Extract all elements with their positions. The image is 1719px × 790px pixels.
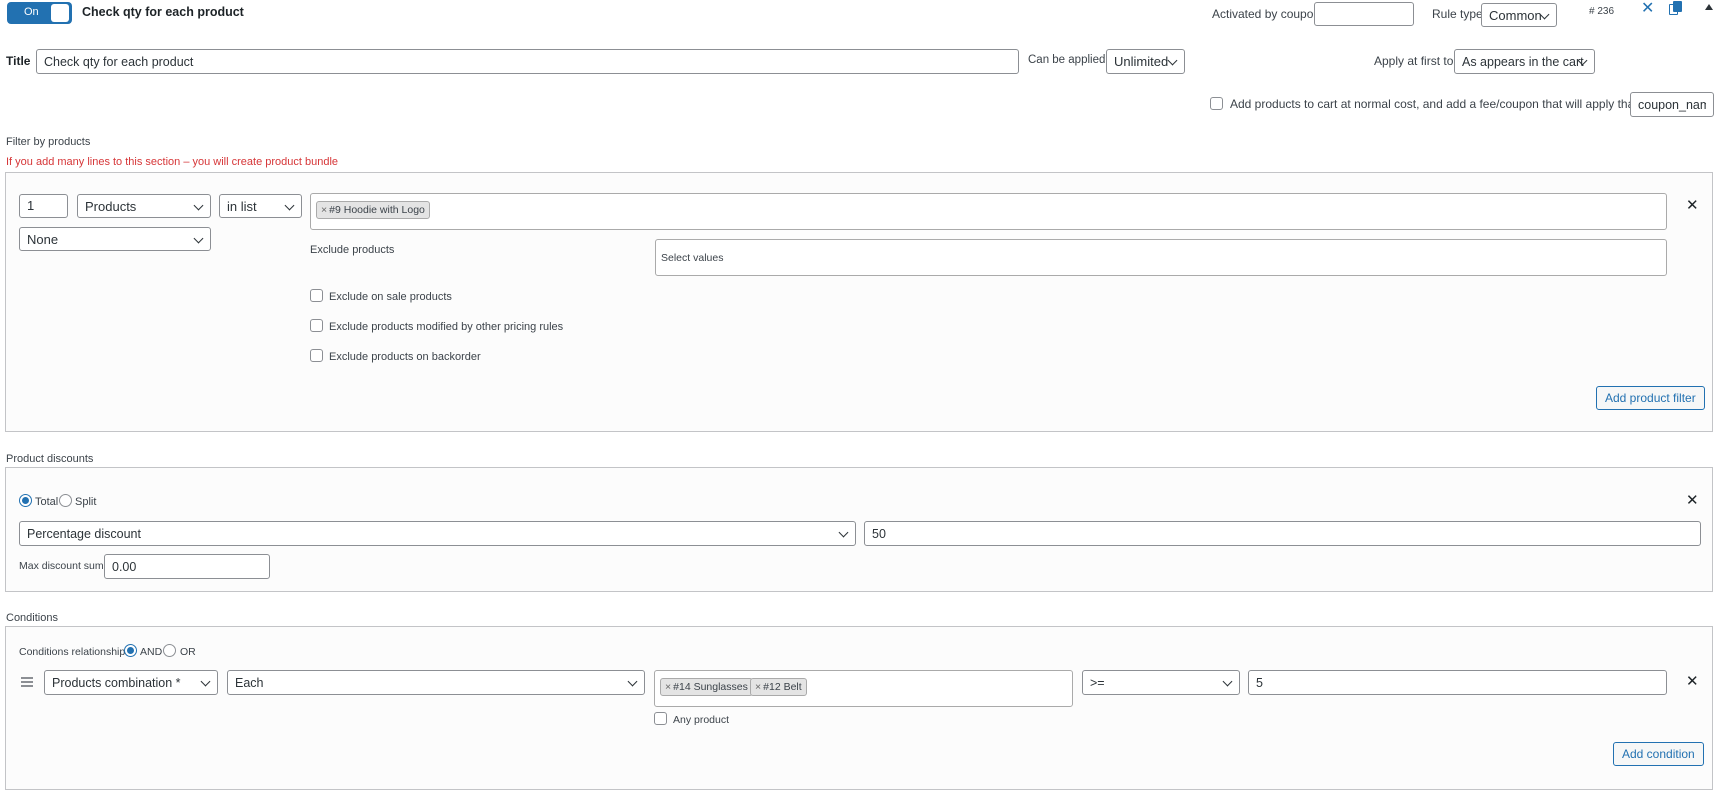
filter-extra-select[interactable]: None: [19, 227, 211, 251]
filter-method-select[interactable]: in list: [219, 194, 302, 218]
condition-product-tag-label: #12 Belt: [763, 681, 802, 693]
condition-product-tag-label: #14 Sunglasses: [673, 681, 748, 693]
split-label: Split: [75, 496, 97, 508]
exclude-on-sale-checkbox[interactable]: [310, 289, 323, 302]
filter-product-tag[interactable]: × #9 Hoodie with Logo: [316, 201, 430, 219]
apply-first-value: As appears in the cart: [1462, 55, 1584, 69]
rule-name-heading: Check qty for each product: [82, 5, 244, 19]
activated-by-coupon-input[interactable]: [1314, 2, 1414, 26]
or-label: OR: [180, 646, 196, 658]
exclude-products-input[interactable]: Select values: [655, 239, 1667, 276]
discount-value-input[interactable]: [864, 521, 1701, 546]
rule-toggle-knob: [51, 4, 69, 22]
delete-rule-icon[interactable]: ✕: [1641, 1, 1654, 17]
can-be-applied-value: Unlimited: [1114, 54, 1169, 69]
remove-tag-icon[interactable]: ×: [321, 204, 327, 216]
condition-value-input[interactable]: [1248, 670, 1667, 695]
remove-filter-icon[interactable]: ✕: [1686, 198, 1699, 213]
or-radio[interactable]: [163, 644, 176, 657]
can-be-applied-label: Can be applied:: [1028, 54, 1109, 66]
rule-type-select[interactable]: Common: [1481, 3, 1557, 27]
exclude-modified-checkbox[interactable]: [310, 319, 323, 332]
chevron-down-icon: [200, 676, 211, 687]
and-radio[interactable]: [124, 644, 137, 657]
discounts-section-title: Product discounts: [6, 453, 94, 465]
apply-first-select[interactable]: As appears in the cart: [1454, 49, 1595, 74]
rule-type-label: Rule type: [1432, 7, 1483, 21]
any-product-label: Any product: [673, 714, 730, 726]
condition-product-tag[interactable]: × #14 Sunglasses: [660, 678, 753, 696]
drag-handle-icon[interactable]: [21, 677, 33, 687]
chevron-down-icon: [1167, 55, 1178, 66]
drag-handle-bar: [21, 677, 33, 679]
title-input[interactable]: [36, 49, 1019, 74]
rule-type-value: Common: [1489, 8, 1542, 23]
and-label: AND: [140, 646, 163, 658]
exclude-on-sale-label: Exclude on sale products: [329, 291, 452, 303]
remove-tag-icon[interactable]: ×: [755, 681, 761, 693]
rule-toggle[interactable]: On: [7, 2, 72, 24]
activated-by-coupon-label: Activated by coupon: [1212, 7, 1321, 21]
conditions-panel: [5, 626, 1713, 790]
collapse-icon[interactable]: [1705, 4, 1713, 10]
can-be-applied-select[interactable]: Unlimited: [1106, 49, 1185, 74]
drag-handle-bar: [21, 681, 33, 683]
exclude-backorder-label: Exclude products on backorder: [329, 351, 481, 363]
remove-tag-icon[interactable]: ×: [665, 681, 671, 693]
max-discount-input[interactable]: [104, 554, 270, 579]
conditions-relationship-label: Conditions relationship: [19, 646, 126, 658]
title-label: Title: [6, 54, 31, 68]
total-radio[interactable]: [19, 494, 32, 507]
filter-section-title: Filter by products: [6, 136, 91, 148]
copy-rule-icon[interactable]: [1669, 1, 1683, 16]
remove-condition-icon[interactable]: ✕: [1686, 674, 1699, 689]
discount-type-value: Percentage discount: [27, 527, 141, 541]
chevron-down-icon: [627, 676, 638, 687]
add-fee-label: Add products to cart at normal cost, and…: [1230, 97, 1663, 111]
condition-mode-value: Each: [235, 676, 264, 690]
filter-method-value: in list: [227, 199, 257, 214]
condition-product-tag[interactable]: × #12 Belt: [750, 678, 807, 696]
fee-coupon-input[interactable]: [1630, 92, 1714, 117]
rule-id: # 236: [1589, 6, 1615, 17]
filter-qty-input[interactable]: [19, 194, 68, 218]
chevron-down-icon: [838, 527, 849, 538]
discount-type-select[interactable]: Percentage discount: [19, 521, 856, 546]
add-fee-checkbox[interactable]: [1210, 97, 1223, 110]
exclude-backorder-checkbox[interactable]: [310, 349, 323, 362]
split-radio[interactable]: [59, 494, 72, 507]
condition-type-value: Products combination *: [52, 676, 181, 690]
filter-type-value: Products: [85, 199, 137, 214]
chevron-down-icon: [193, 200, 204, 211]
chevron-down-icon: [284, 200, 295, 211]
chevron-down-icon: [193, 233, 204, 244]
filter-product-tag-label: #9 Hoodie with Logo: [329, 204, 425, 216]
rule-toggle-label: On: [24, 6, 39, 18]
condition-operator-select[interactable]: >=: [1082, 670, 1240, 695]
add-condition-button[interactable]: Add condition: [1613, 742, 1704, 766]
filter-type-select[interactable]: Products: [77, 194, 211, 218]
max-discount-label: Max discount sum:: [19, 560, 107, 572]
drag-handle-bar: [21, 685, 33, 687]
exclude-modified-label: Exclude products modified by other prici…: [329, 321, 564, 333]
condition-operator-value: >=: [1090, 676, 1105, 690]
apply-first-label: Apply at first to:: [1374, 54, 1457, 68]
chevron-down-icon: [1222, 676, 1233, 687]
filter-products-tagbox[interactable]: [310, 193, 1667, 230]
bundle-warning: If you add many lines to this section – …: [6, 156, 339, 168]
total-label: Total: [35, 496, 59, 508]
exclude-products-placeholder: Select values: [661, 252, 724, 264]
condition-mode-select[interactable]: Each: [227, 670, 645, 695]
conditions-section-title: Conditions: [6, 612, 58, 624]
condition-type-select[interactable]: Products combination *: [44, 670, 218, 695]
remove-discount-icon[interactable]: ✕: [1686, 493, 1699, 508]
add-product-filter-button[interactable]: Add product filter: [1596, 386, 1705, 410]
exclude-products-label: Exclude products: [310, 244, 395, 256]
any-product-checkbox[interactable]: [654, 712, 667, 725]
copy-icon-front: [1673, 1, 1682, 12]
filter-extra-value: None: [27, 232, 59, 247]
